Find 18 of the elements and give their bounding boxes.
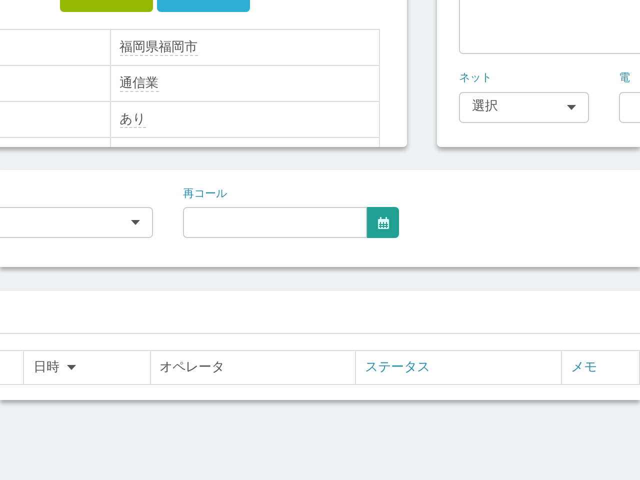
- select-field[interactable]: [0, 207, 153, 238]
- caret-icon: [131, 220, 140, 225]
- column-header: オペレータ: [160, 360, 225, 375]
- date-field[interactable]: [183, 207, 367, 238]
- select-field[interactable]: 選択: [459, 92, 589, 122]
- sort-caret-icon: [67, 364, 76, 370]
- field-label: 電: [619, 70, 631, 86]
- field-label: 再コール: [183, 186, 228, 202]
- cell-value[interactable]: 通信業: [120, 76, 158, 92]
- caret-icon: [567, 104, 576, 110]
- cell-value[interactable]: あり: [120, 112, 146, 128]
- calendar-icon: [378, 216, 388, 228]
- column-header[interactable]: ステータス: [364, 360, 430, 375]
- cell-value[interactable]: 福岡県福岡市: [120, 40, 198, 56]
- column-header[interactable]: メモ: [570, 360, 597, 375]
- field-label: ネット: [459, 70, 493, 86]
- column-header[interactable]: 日時: [33, 360, 60, 375]
- calendar-button[interactable]: [367, 207, 399, 238]
